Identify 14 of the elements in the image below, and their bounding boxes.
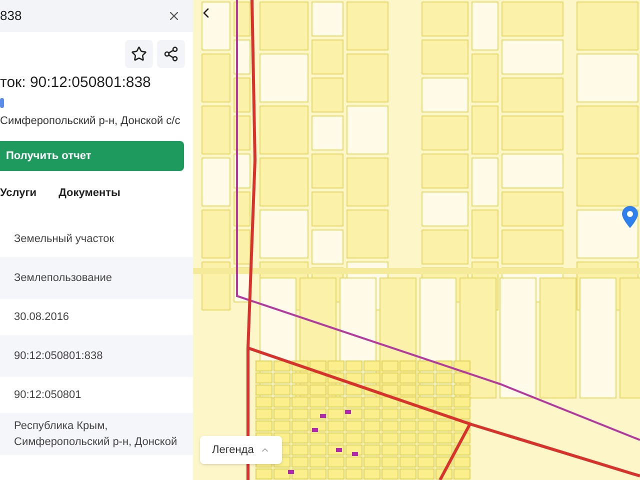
property-value: Землепользование: [0, 257, 193, 299]
badge-icon: [0, 98, 4, 108]
map-drawing[interactable]: [193, 0, 640, 480]
property-value: Республика Крым, Симферопольский р-н, Донской: [0, 413, 193, 455]
search-field[interactable]: 838: [0, 0, 193, 32]
close-icon[interactable]: [167, 9, 181, 23]
property-value: 90:12:050801:838: [0, 335, 193, 377]
tab[interactable]: Услуги: [0, 183, 37, 205]
parcel-title: ток: 90:12:050801:838: [0, 73, 152, 93]
tab[interactable]: Документы: [58, 183, 120, 205]
report-button[interactable]: Получить отчет: [0, 141, 184, 171]
legend-button[interactable]: Легенда: [200, 436, 282, 464]
share-icon[interactable]: [157, 40, 185, 68]
address-text: Симферопольский р-н, Донской с/с: [0, 114, 182, 128]
